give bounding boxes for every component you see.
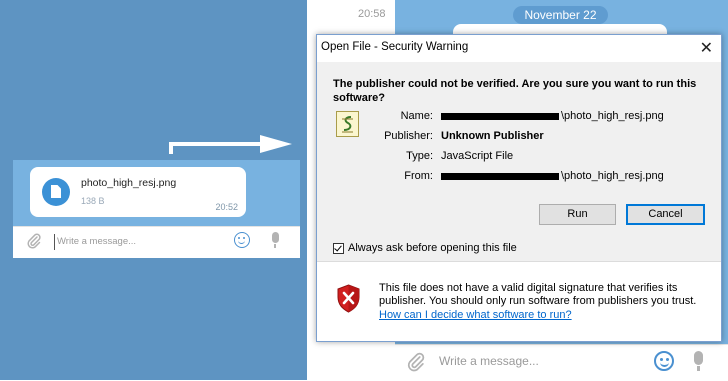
message-input[interactable]: Write a message... (54, 234, 227, 250)
message-input-row: Write a message... (395, 344, 728, 381)
file-size: 138 B (81, 196, 105, 206)
dialog-body: The publisher could not be verified. Are… (317, 62, 721, 261)
message-input[interactable]: Write a message... (439, 354, 539, 368)
help-link[interactable]: How can I decide what software to run? (379, 309, 572, 321)
name-label: Name: (400, 110, 433, 122)
from-value-text: \photo_high_resj.png (561, 170, 664, 182)
dialog-titlebar[interactable]: Open File - Security Warning ✕ (317, 35, 721, 62)
document-icon[interactable] (42, 178, 70, 206)
chat-preview-panel: photo_high_resj.png 138 B 20:52 Write a … (13, 160, 300, 258)
from-label: From: (404, 170, 433, 182)
file-message-bubble[interactable]: photo_high_resj.png 138 B 20:52 (30, 167, 246, 217)
run-button[interactable]: Run (539, 204, 616, 225)
dialog-title: Open File - Security Warning (321, 41, 469, 53)
cancel-button[interactable]: Cancel (626, 204, 705, 225)
emoji-icon[interactable] (654, 351, 674, 371)
type-label: Type: (406, 150, 433, 162)
warning-question: The publisher could not be verified. Are… (333, 78, 697, 104)
name-value: \photo_high_resj.png (441, 110, 664, 122)
type-value: JavaScript File (441, 150, 514, 162)
paperclip-icon[interactable] (27, 233, 41, 252)
signature-warning-text: This file does not have a valid digital … (379, 282, 697, 307)
dialog-footer: This file does not have a valid digital … (317, 262, 721, 341)
security-warning-dialog: Open File - Security Warning ✕ The publi… (316, 34, 722, 342)
date-badge: November 22 (513, 6, 608, 24)
message-time: 20:52 (215, 202, 238, 212)
chat-list-time: 20:58 (358, 8, 386, 20)
always-ask-label[interactable]: Always ask before opening this file (348, 242, 517, 254)
paperclip-icon[interactable] (407, 352, 425, 377)
file-name[interactable]: photo_high_resj.png (81, 177, 176, 189)
microphone-icon[interactable] (694, 351, 703, 371)
shield-error-icon (337, 284, 360, 313)
from-value: \photo_high_resj.png (441, 170, 664, 182)
always-ask-checkbox[interactable] (333, 243, 344, 254)
arrow-right-icon (169, 135, 292, 154)
publisher-value: Unknown Publisher (441, 130, 544, 142)
publisher-label: Publisher: (384, 130, 433, 142)
microphone-icon[interactable] (272, 232, 279, 248)
chat-preview-area: photo_high_resj.png 138 B 20:52 (13, 160, 300, 226)
script-file-icon (336, 111, 359, 137)
redaction-bar (441, 172, 559, 180)
emoji-icon[interactable] (234, 232, 250, 248)
message-input-row: Write a message... (13, 226, 300, 258)
redaction-bar (441, 112, 559, 120)
name-value-text: \photo_high_resj.png (561, 110, 664, 122)
close-icon[interactable]: ✕ (700, 38, 713, 58)
